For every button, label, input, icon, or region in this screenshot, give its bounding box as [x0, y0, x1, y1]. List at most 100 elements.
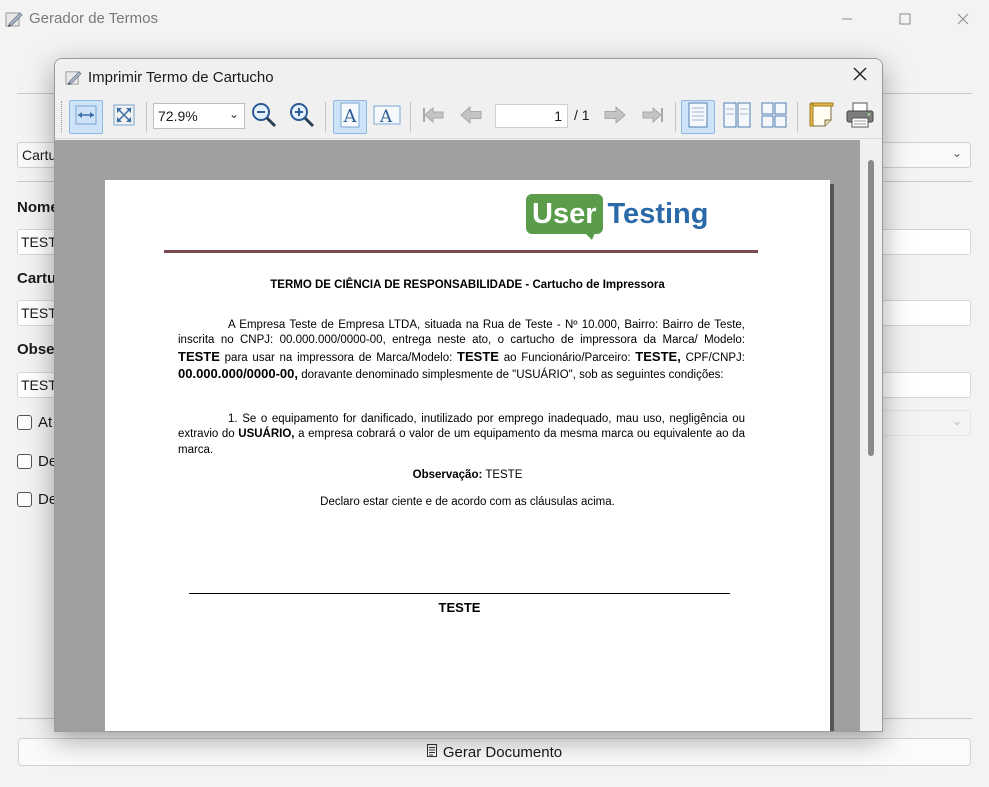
checkbox-row[interactable]: De: [17, 453, 57, 470]
observacao-label: Obser: [17, 341, 57, 358]
para-text: para usar na impressora de Marca/Modelo:: [224, 351, 453, 364]
signature-line: [189, 593, 730, 594]
arrow-right-icon: [602, 103, 628, 132]
minimize-button[interactable]: [824, 0, 870, 38]
para-text: CPF/CNPJ:: [685, 351, 745, 364]
two-page-view-button[interactable]: [720, 100, 754, 134]
previous-page-button[interactable]: [454, 100, 488, 134]
zoom-value: 72.9%: [158, 108, 198, 124]
first-page-button[interactable]: [417, 100, 451, 134]
generate-document-button[interactable]: Gerar Documento: [18, 738, 971, 766]
zoom-in-icon: [288, 101, 316, 134]
arrow-left-icon: [458, 103, 484, 132]
two-page-icon: [723, 102, 751, 133]
user-value: USUÁRIO,: [238, 428, 295, 441]
app-pen-icon: [65, 69, 82, 86]
print-button[interactable]: [843, 100, 877, 134]
scrollbar-thumb[interactable]: [868, 160, 874, 456]
logo-testing-text: Testing: [607, 198, 709, 230]
four-pages-icon: [761, 102, 787, 133]
page-setup-button[interactable]: [805, 100, 839, 134]
document-heading: TERMO DE CIÊNCIA DE RESPONSABILIDADE - C…: [270, 279, 665, 291]
last-page-button[interactable]: [635, 100, 669, 134]
toolbar-separator: [675, 102, 676, 132]
toolbar-separator: [410, 102, 411, 132]
observation-label: Observação:: [412, 469, 483, 481]
main-title-bar: Gerador de Termos: [0, 0, 989, 38]
dialog-close-button[interactable]: [850, 66, 870, 86]
employee-value: TESTE,: [635, 348, 681, 364]
fit-width-icon: [74, 103, 98, 132]
first-page-icon: [421, 103, 447, 132]
landscape-button[interactable]: A: [370, 100, 404, 134]
single-page-view-button[interactable]: [681, 100, 715, 134]
page-number-input[interactable]: 1: [495, 104, 568, 128]
dialog-title: Imprimir Termo de Cartucho: [88, 69, 274, 86]
zoom-out-button[interactable]: [247, 100, 281, 134]
next-page-button[interactable]: [598, 100, 632, 134]
checkbox-label: At: [38, 414, 53, 431]
logo-user-badge: User: [526, 194, 603, 240]
zoom-in-button[interactable]: [285, 100, 319, 134]
last-page-icon: [639, 103, 665, 132]
single-page-icon: [687, 102, 709, 133]
main-window-title: Gerador de Termos: [29, 10, 158, 27]
chevron-down-icon: ⌄: [228, 107, 239, 121]
svg-text:A: A: [379, 107, 393, 127]
printer-icon: [845, 101, 875, 134]
checkbox[interactable]: [17, 454, 32, 469]
disabled-select: ⌄: [880, 410, 971, 436]
portrait-icon: A: [338, 102, 362, 133]
checkbox-row[interactable]: At: [17, 414, 52, 431]
page-setup-icon: [809, 102, 835, 133]
declaration-text: Declaro estar ciente e de acordo com as …: [320, 496, 615, 508]
para-text: A Empresa Teste de Empresa LTDA, situada…: [178, 319, 745, 347]
dialog-title-bar: Imprimir Termo de Cartucho: [55, 59, 882, 95]
header-rule: [164, 250, 758, 253]
toolbar-separator: [146, 102, 147, 132]
chevron-down-icon: ⌄: [951, 414, 962, 428]
cpf-value: 00.000.000/0000-00,: [178, 366, 298, 382]
svg-text:A: A: [343, 106, 358, 127]
toolbar-separator: [325, 102, 326, 132]
fit-page-button[interactable]: [107, 100, 141, 134]
app-pen-icon: [5, 10, 23, 28]
landscape-icon: A: [373, 103, 401, 132]
nome-label: Nome: [17, 199, 57, 216]
observation-line: Observação: TESTE: [105, 469, 830, 481]
cartucho-label: Cartu: [17, 270, 57, 287]
toolbar-grip: [61, 101, 64, 133]
multi-page-view-button[interactable]: [757, 100, 791, 134]
zoom-select[interactable]: 72.9% ⌄: [153, 103, 245, 129]
preview-area[interactable]: User Testing TERMO DE CIÊNCIA DE RESPONS…: [55, 140, 860, 731]
logo-user-text: User: [532, 198, 597, 230]
printer-value: TESTE: [457, 348, 499, 364]
checkbox[interactable]: [17, 415, 32, 430]
zoom-out-icon: [250, 101, 278, 134]
document-icon: [426, 743, 437, 761]
generate-document-label: Gerar Documento: [442, 743, 563, 761]
maximize-button[interactable]: [882, 0, 928, 38]
fit-page-icon: [112, 103, 136, 132]
model-value: TESTE: [178, 348, 220, 364]
vertical-scrollbar[interactable]: [860, 140, 882, 731]
fit-width-button[interactable]: [69, 100, 103, 134]
print-preview-dialog: Imprimir Termo de Cartucho 72.9% ⌄ A A 1…: [54, 58, 883, 732]
checkbox-row[interactable]: De: [17, 491, 57, 508]
para-text: doravante denominado simplesmente de "US…: [301, 369, 724, 382]
document-page: User Testing TERMO DE CIÊNCIA DE RESPONS…: [105, 180, 830, 731]
chevron-down-icon: ⌄: [951, 146, 962, 160]
checkbox[interactable]: [17, 492, 32, 507]
toolbar-separator: [797, 102, 798, 132]
document-paragraph-1: A Empresa Teste de Empresa LTDA, situada…: [178, 318, 745, 384]
close-button[interactable]: [940, 0, 986, 38]
signature-name: TESTE: [438, 600, 481, 615]
preview-toolbar: 72.9% ⌄ A A 1 / 1: [55, 95, 882, 139]
para-text: ao Funcionário/Parceiro:: [503, 351, 631, 364]
page-total: / 1: [574, 107, 590, 123]
type-select-value: Cartu: [22, 147, 57, 163]
portrait-button[interactable]: A: [333, 100, 367, 134]
observation-value: TESTE: [485, 469, 523, 481]
usertesting-logo: User Testing: [526, 194, 708, 244]
document-paragraph-2: 1. Se o equipamento for danificado, inut…: [178, 412, 745, 458]
